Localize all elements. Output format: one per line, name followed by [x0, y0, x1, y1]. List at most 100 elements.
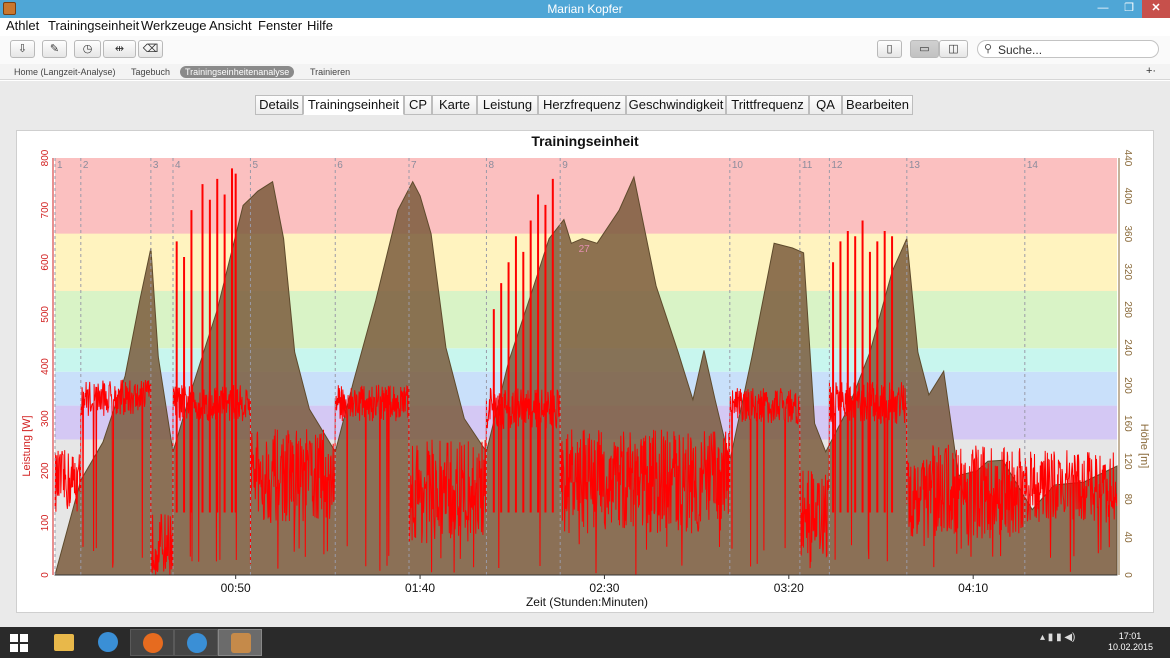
x-tick-label: 04:10 [958, 581, 988, 595]
taskbar-explorer[interactable] [42, 629, 86, 656]
y-left-tick-label: 400 [40, 358, 51, 375]
content-area: Details Trainingseinheit CP Karte Leistu… [0, 81, 1170, 627]
system-tray[interactable]: ▴ ▮ ▮ ◀) [1040, 632, 1075, 643]
stopwatch-icon: ◷ [82, 43, 93, 55]
taskbar: ▴ ▮ ▮ ◀) 17:01 10.02.2015 [0, 627, 1170, 658]
start-button[interactable] [0, 629, 44, 656]
split-button[interactable]: ⇹ [103, 40, 136, 58]
y-right-tick-label: 80 [1122, 494, 1133, 506]
y-left-tick-label: 0 [40, 572, 51, 578]
taskbar-app-blue[interactable] [86, 629, 130, 656]
view-nav: Home (Langzeit-Analyse) Tagebuch Trainin… [0, 64, 1170, 80]
tab-leistung[interactable]: Leistung [477, 95, 538, 115]
app-blue-icon [98, 632, 118, 652]
nav-home[interactable]: Home (Langzeit-Analyse) [14, 67, 116, 77]
tray-icons: ▴ ▮ ▮ ◀) [1040, 632, 1076, 643]
power-zone-red [55, 158, 1117, 234]
windows-icon [10, 634, 28, 652]
menu-hilfe[interactable]: Hilfe [307, 18, 333, 33]
search-placeholder: Suche... [998, 43, 1043, 57]
split-view-icon: ◫ [948, 43, 959, 55]
tab-cp[interactable]: CP [404, 95, 432, 115]
clock-date: 10.02.2015 [1108, 642, 1154, 652]
cheetah-icon [231, 633, 251, 653]
lap-label-4: 4 [175, 160, 181, 171]
y-right-tick-label: 320 [1122, 263, 1133, 280]
x-tick-label: 02:30 [589, 581, 619, 595]
y-right-tick-label: 440 [1122, 150, 1133, 167]
y-left-tick-label: 800 [40, 149, 51, 166]
lap-label-2: 2 [83, 160, 89, 171]
nav-trainingseinheitenanalyse[interactable]: Trainingseinheitenanalyse [180, 66, 295, 78]
x-tick-label: 01:40 [405, 581, 435, 595]
nav-trainieren[interactable]: Trainieren [310, 67, 350, 77]
y-right-tick-label: 160 [1122, 415, 1133, 432]
tab-bearbeiten[interactable]: Bearbeiten [842, 95, 913, 115]
trash-icon: ⌫ [142, 43, 159, 55]
y-left-label: Leistung [W] [21, 415, 33, 476]
single-view-icon: ▭ [919, 43, 930, 55]
title-bar: Marian Kopfer — ❐ ✕ [0, 0, 1170, 18]
menu-trainingseinheit[interactable]: Trainingseinheit [48, 18, 139, 33]
tab-trainingseinheit[interactable]: Trainingseinheit [303, 95, 404, 115]
folder-icon [54, 634, 74, 651]
menu-ansicht[interactable]: Ansicht [209, 18, 252, 33]
chart-panel: Trainingseinheit 27 1 2 3 4 5 6 7 8 9 10 11 12 13 14 … [16, 130, 1154, 613]
menu-werkzeuge[interactable]: Werkzeuge [141, 18, 207, 33]
training-chart[interactable]: Trainingseinheit 27 1 2 3 4 5 6 7 8 9 10 11 12 13 14 … [17, 131, 1153, 612]
tab-details[interactable]: Details [255, 95, 303, 115]
y-right-label: Höhe [m] [1138, 424, 1150, 469]
add-view-button[interactable]: +· [1146, 65, 1156, 77]
window-title: Marian Kopfer [547, 2, 623, 16]
x-tick-label: 03:20 [774, 581, 804, 595]
y-right-tick-label: 0 [1122, 572, 1133, 578]
y-left-tick-label: 300 [40, 410, 51, 427]
lap-label-7: 7 [411, 160, 417, 171]
y-right-tick-label: 360 [1122, 225, 1133, 242]
close-button[interactable]: ✕ [1142, 0, 1170, 18]
taskbar-app-blue-2[interactable] [174, 629, 218, 656]
tab-qa[interactable]: QA [809, 95, 842, 115]
toolbar: ⇩ ✎ ◷ ⇹ ⌫ ▯ ▭ ◫ ⚲ Suche... [0, 36, 1170, 64]
y-right-tick-label: 200 [1122, 377, 1133, 394]
maximize-button[interactable]: ❐ [1116, 0, 1142, 18]
menu-athlet[interactable]: Athlet [6, 18, 39, 33]
clock[interactable]: 17:01 10.02.2015 [1108, 631, 1154, 653]
lap-label-13: 13 [909, 160, 921, 171]
nav-tagebuch[interactable]: Tagebuch [131, 67, 170, 77]
split-icon: ⇹ [114, 43, 125, 55]
edit-button[interactable]: ✎ [42, 40, 67, 58]
tab-trittfrequenz[interactable]: Trittfrequenz [726, 95, 809, 115]
firefox-icon [143, 633, 163, 653]
single-view-button[interactable]: ▭ [910, 40, 939, 58]
taskbar-golden-cheetah[interactable] [218, 629, 262, 656]
lap-label-5: 5 [252, 160, 258, 171]
y-left-tick-label: 700 [40, 201, 51, 218]
y-right-tick-label: 240 [1122, 339, 1133, 356]
annotation-27: 27 [579, 244, 591, 255]
sidebar-toggle-button[interactable]: ▯ [877, 40, 902, 58]
x-axis-label: Zeit (Stunden:Minuten) [526, 595, 648, 609]
taskbar-firefox[interactable] [130, 629, 174, 656]
tab-karte[interactable]: Karte [432, 95, 477, 115]
lap-label-8: 8 [488, 160, 494, 171]
minimize-button[interactable]: — [1090, 0, 1116, 18]
download-button[interactable]: ⇩ [10, 40, 35, 58]
search-icon: ⚲ [984, 43, 993, 55]
menu-fenster[interactable]: Fenster [258, 18, 302, 33]
y-right-tick-label: 400 [1122, 188, 1133, 205]
chart-title: Trainingseinheit [531, 133, 639, 149]
search-input[interactable]: ⚲ Suche... [977, 40, 1159, 58]
y-right-tick-label: 120 [1122, 453, 1133, 470]
stopwatch-button[interactable]: ◷ [74, 40, 101, 58]
delete-button[interactable]: ⌫ [138, 40, 163, 58]
tab-herzfrequenz[interactable]: Herzfrequenz [538, 95, 626, 115]
y-right-tick-label: 40 [1122, 532, 1133, 544]
tab-geschwindigkeit[interactable]: Geschwindigkeit [626, 95, 726, 115]
app-blue-2-icon [187, 633, 207, 653]
lap-label-12: 12 [831, 160, 843, 171]
split-view-button[interactable]: ◫ [939, 40, 968, 58]
lap-label-9: 9 [562, 160, 568, 171]
lap-label-6: 6 [337, 160, 343, 171]
y-left-tick-label: 100 [40, 514, 51, 531]
